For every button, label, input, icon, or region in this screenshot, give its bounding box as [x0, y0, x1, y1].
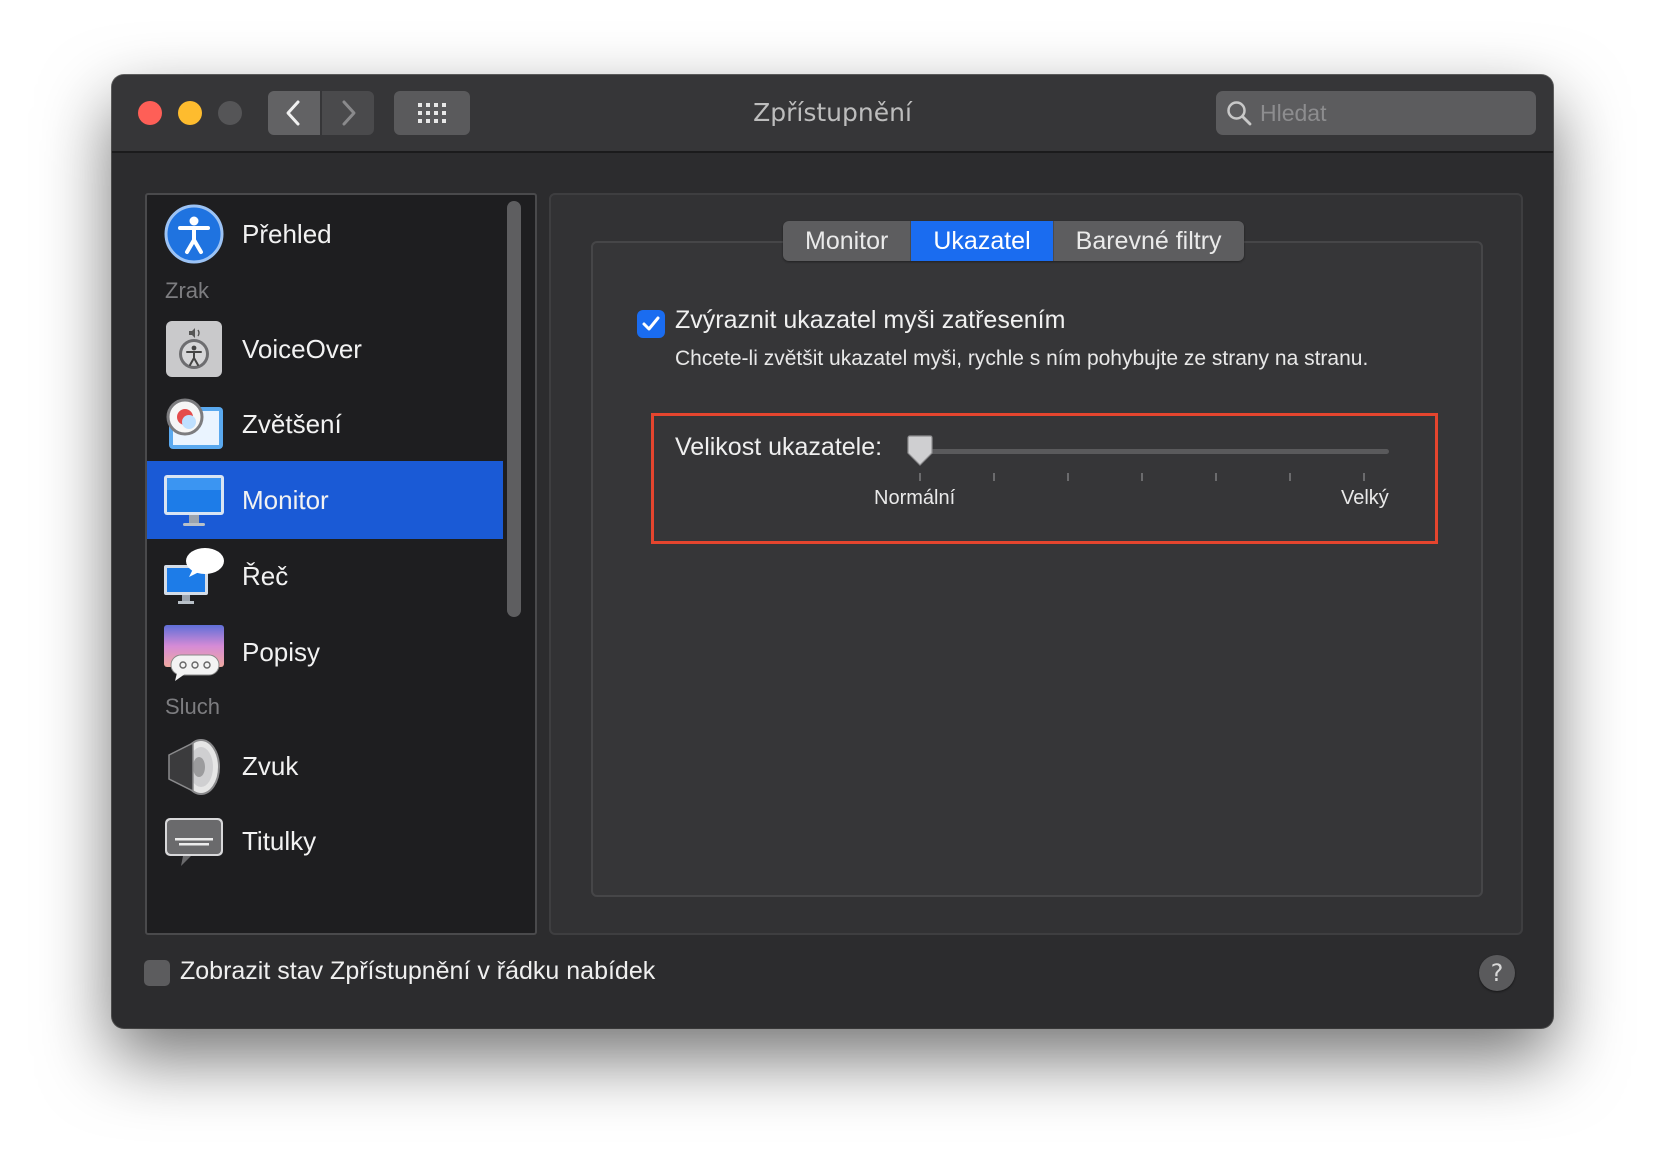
pointer-size-label: Velikost ukazatele:: [675, 433, 883, 461]
shake-to-locate-checkbox[interactable]: [637, 310, 665, 338]
forward-button[interactable]: [322, 91, 374, 135]
speaker-icon: [168, 739, 220, 795]
section-header-vision: Zrak: [165, 278, 209, 303]
minimize-button[interactable]: [178, 101, 202, 125]
show-all-button[interactable]: [394, 91, 470, 135]
tab-color-filters[interactable]: Barevné filtry: [1054, 221, 1244, 261]
sidebar-item-label: Přehled: [242, 218, 332, 249]
help-button[interactable]: ?: [1479, 955, 1515, 991]
sidebar-item-captions[interactable]: Titulky: [147, 802, 503, 880]
tab-pointer[interactable]: Ukazatel: [911, 221, 1054, 261]
pointer-settings-group: [591, 241, 1483, 897]
sidebar-item-label: VoiceOver: [242, 333, 362, 364]
sidebar: Přehled Zrak VoiceOver Zvětšení Monitor …: [145, 193, 537, 935]
display-icon: [164, 475, 224, 526]
sidebar-item-label: Řeč: [242, 560, 289, 591]
menu-status-label[interactable]: Zobrazit stav Zpřístupnění v řádku nabíd…: [180, 957, 655, 986]
slider-tick: [1215, 473, 1217, 481]
accessibility-icon: [164, 204, 224, 264]
sidebar-item-label: Zvětšení: [242, 408, 342, 439]
zoom-button[interactable]: [218, 101, 242, 125]
zoom-icon: [166, 398, 223, 449]
section-header-hearing: Sluch: [165, 694, 221, 719]
speech-icon: [164, 548, 224, 604]
sidebar-item-voiceover[interactable]: VoiceOver: [147, 310, 503, 388]
slider-tick: [993, 473, 995, 481]
sidebar-scrollbar[interactable]: [507, 201, 521, 617]
shake-to-locate-label[interactable]: Zvýraznit ukazatel myši zatřesením: [675, 306, 1065, 335]
search-input[interactable]: [1258, 98, 1512, 128]
pointer-size-min-label: Normální: [874, 487, 956, 509]
pointer-size-slider-thumb[interactable]: [905, 435, 935, 467]
menu-status-checkbox[interactable]: [144, 960, 170, 986]
sidebar-item-descriptions[interactable]: Popisy: [147, 613, 503, 691]
voiceover-icon: [166, 321, 222, 377]
descriptions-icon: [164, 625, 224, 681]
captions-icon: [165, 818, 223, 866]
close-button[interactable]: [138, 101, 162, 125]
chevron-left-icon: [286, 100, 300, 126]
slider-tick: [919, 473, 921, 481]
content-panel: Monitor Ukazatel Barevné filtry Zvýrazni…: [549, 193, 1523, 935]
title-bar: Zpřístupnění: [112, 75, 1553, 153]
back-button[interactable]: [268, 91, 320, 135]
slider-tick: [1289, 473, 1291, 481]
sidebar-item-label: Zvuk: [242, 750, 299, 781]
slider-tick: [1363, 473, 1365, 481]
sidebar-item-zoom[interactable]: Zvětšení: [147, 385, 503, 463]
sidebar-item-label: Titulky: [242, 825, 317, 856]
sidebar-item-label: Popisy: [242, 636, 321, 667]
accessibility-window: Zpřístupnění Přehled Zrak: [112, 75, 1553, 1028]
pointer-size-max-label: Velký: [1341, 487, 1389, 509]
sidebar-item-speech[interactable]: Řeč: [147, 537, 503, 615]
grid-icon: [418, 103, 446, 123]
chevron-right-icon: [342, 100, 356, 126]
search-icon: [1226, 100, 1252, 126]
pointer-size-slider-track[interactable]: [909, 449, 1389, 454]
tab-bar: Monitor Ukazatel Barevné filtry: [783, 221, 1244, 261]
sidebar-item-label: Monitor: [242, 484, 329, 515]
sidebar-item-overview[interactable]: Přehled: [147, 195, 503, 273]
tab-monitor[interactable]: Monitor: [783, 221, 912, 261]
checkmark-icon: [642, 316, 660, 331]
slider-tick: [1067, 473, 1069, 481]
slider-tick: [1141, 473, 1143, 481]
search-field[interactable]: [1216, 91, 1536, 135]
shake-to-locate-description: Chcete-li zvětšit ukazatel myši, rychle …: [675, 347, 1369, 370]
sidebar-item-sound[interactable]: Zvuk: [147, 727, 503, 805]
sidebar-item-monitor[interactable]: Monitor: [147, 461, 503, 539]
